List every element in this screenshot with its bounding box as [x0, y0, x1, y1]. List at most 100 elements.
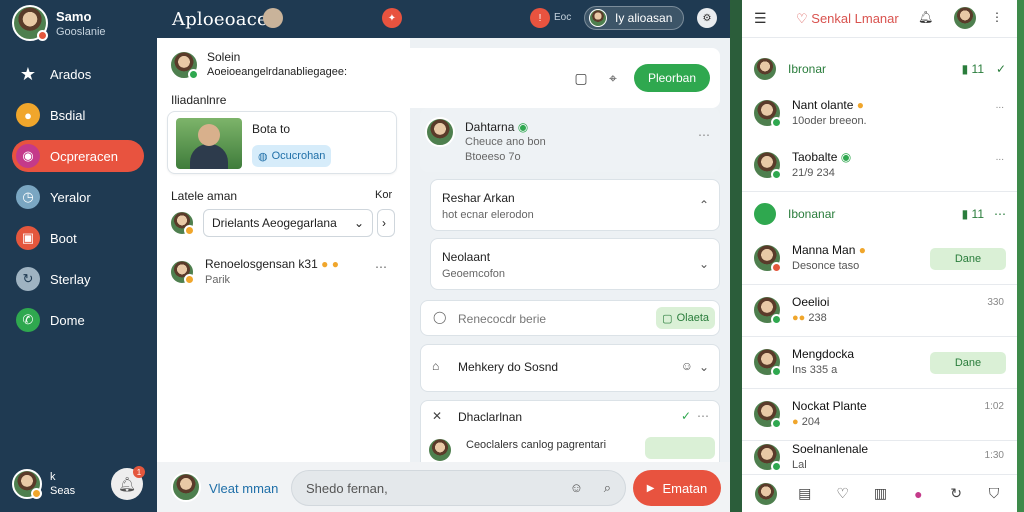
menu-icon[interactable]: ☰ — [754, 10, 767, 27]
group-header[interactable]: Ibronar ▮ 11 ✓ — [752, 55, 1010, 83]
message-card[interactable]: Dahtarna ◉ Cheuce ano bon Btoeeso 7o ⋯ — [420, 108, 720, 172]
contact-status: Ins 335 a — [792, 364, 838, 376]
sidebar-item-3[interactable]: ◷ Yeralor — [12, 181, 144, 213]
square-icon[interactable]: ▢ — [570, 67, 592, 89]
contacts-brand: ♡ Senkal Lmanar — [796, 11, 899, 27]
contact-meta: 1:02 — [984, 401, 1004, 412]
chat-sub: Parik — [205, 274, 231, 286]
composer-user: Vleat mman — [209, 481, 279, 496]
divider — [742, 284, 1017, 285]
chat-row[interactable]: Renoelosgensan k31 ● ● Parik ⋯ — [169, 256, 397, 288]
contact-name: Manna Man ● — [792, 242, 866, 258]
sidebar-nav: ★ Arados ● Bsdial ◉ Ocpreracen ◷ Yeralor… — [12, 58, 144, 345]
play-icon: ▶ — [646, 482, 655, 494]
message-name-text: Dahtarna — [465, 120, 515, 134]
group-header[interactable]: Ibonanar ▮ 11 ⋯ — [752, 200, 1010, 228]
conversation-select[interactable]: Drielants Aeogegarlana ⌄ — [203, 209, 373, 237]
shield-icon[interactable]: ⛉ — [982, 485, 1006, 502]
accordion-neolaant[interactable]: Neolaant Geoemcofon ⌄ — [430, 238, 720, 290]
contact-item[interactable]: Mengdocka Ins 335 a Dane — [752, 339, 1010, 385]
group-count: ▮ 11 — [962, 62, 984, 76]
avatar-icon[interactable] — [263, 8, 283, 28]
more-icon[interactable]: ⋯ — [698, 128, 710, 142]
contact-item[interactable]: Manna Man ● Desonce taso Dane — [752, 235, 1010, 281]
user-name: k — [50, 471, 56, 483]
header-text: Aoeioeangelrdanabliegagee: — [207, 66, 348, 78]
search-action-button[interactable]: ▢ Olaeta — [656, 307, 715, 329]
refresh-icon[interactable]: ↻ — [944, 485, 968, 502]
notification-button[interactable]: 🔔︎ 1 — [111, 466, 145, 500]
contact-item[interactable]: Nant olante ● 10oder breeon. ... — [752, 90, 1010, 136]
accordion-mehkery[interactable]: ⌂ Mehkery do Sosnd ☺ ⌄ — [420, 344, 720, 392]
emoji-icon[interactable]: ☺ — [681, 359, 693, 373]
contact-avatar — [752, 347, 782, 377]
card-thumbnail — [176, 118, 242, 169]
contact-avatar — [752, 442, 782, 472]
coin-icon: ●● — [792, 312, 806, 324]
contact-name-text: Taobalte — [792, 150, 838, 164]
sidebar-item-6[interactable]: ✆ Dome — [12, 304, 144, 336]
contact-name-text: Manna Man — [792, 243, 856, 257]
more-icon[interactable]: ⋯ — [697, 409, 709, 423]
sidebar-item-2[interactable]: ◉ Ocpreracen — [12, 140, 144, 172]
settings-icon[interactable]: ⚙ — [697, 8, 717, 28]
contact-item[interactable]: Oeelioi ●● 238 330 — [752, 287, 1010, 333]
message-avatar — [425, 117, 455, 147]
thread-panel: ▢ ⌖ Pleorban Dahtarna ◉ Cheuce ano bon B… — [410, 38, 730, 462]
more-icon[interactable]: ⋮ — [991, 10, 1003, 24]
thread-tag — [645, 437, 715, 459]
more-icon[interactable]: ⋯ — [375, 260, 387, 274]
panel-header: Solein Aoeioeangelrdanabliegagee: — [169, 50, 394, 80]
card-pill-label: Ocucrohan — [271, 150, 326, 162]
contact-tag[interactable]: Dane — [930, 352, 1006, 374]
check-icon: ◉ — [840, 150, 852, 164]
contact-tag[interactable]: Dane — [930, 248, 1006, 270]
loop-icon: ↻ — [16, 267, 40, 291]
latest-action[interactable]: Kor — [375, 189, 392, 201]
top-bar: Aploeoacer ✦ ! Eoc Iy alioasan ⚙ — [157, 0, 730, 38]
sidebar-item-0[interactable]: ★ Arados — [12, 58, 144, 90]
search-action-label: Olaeta — [676, 312, 709, 324]
pin-icon[interactable]: ⌖ — [602, 67, 624, 89]
primary-button[interactable]: Pleorban — [633, 64, 710, 92]
chevron-down-icon[interactable]: ✓ — [996, 62, 1006, 76]
sidebar-profile[interactable]: Samo Gooslanie — [12, 5, 106, 41]
header-name: Solein — [207, 50, 241, 64]
group-avatar — [752, 56, 778, 82]
attach-icon[interactable]: ⌕ — [604, 480, 611, 496]
sidebar-item-label: Dome — [50, 312, 85, 328]
sidebar-item-5[interactable]: ↻ Sterlay — [12, 263, 144, 295]
alert-icon[interactable]: ! — [530, 8, 550, 28]
bell-icon: 🔔︎ — [118, 475, 136, 492]
sidebar-user[interactable]: k Seas 🔔︎ 1 — [12, 466, 147, 502]
card-pill[interactable]: ◍ Ocucrohan — [252, 145, 332, 167]
sidebar-item-4[interactable]: ▣ Boot — [12, 222, 144, 254]
emoji-icon[interactable]: ☺ — [570, 480, 583, 495]
contact-item[interactable]: Taobalte ◉ 21/9 234 ... — [752, 142, 1010, 188]
list-icon[interactable]: ▥ — [868, 485, 892, 502]
doc-icon: ▮ — [961, 62, 969, 76]
more-icon[interactable]: ⋯ — [994, 207, 1006, 221]
sidebar-item-1[interactable]: ● Bsdial — [12, 99, 144, 131]
tab-avatar[interactable] — [752, 480, 779, 507]
accordion-sub: Geoemcofon — [442, 268, 505, 280]
heart-icon[interactable]: ♡ — [831, 485, 855, 502]
message-input[interactable]: Shedo fernan, ☺ ⌕ — [291, 470, 626, 506]
contact-item[interactable]: Nockat Plante ● 204 1:02 — [752, 391, 1010, 437]
profile-name: Samo — [56, 8, 92, 24]
contact-item[interactable]: Soelnanlenale Lal 1:30 — [752, 440, 1010, 474]
header-avatar[interactable] — [952, 5, 978, 31]
fox-icon[interactable]: ✦ — [382, 8, 402, 28]
accordion-dhaclar[interactable]: ✕ Dhaclarlnan ✓ ⋯ Ceoclalers canlog pagr… — [420, 400, 720, 462]
contact-status: 21/9 234 — [792, 167, 835, 179]
featured-card[interactable]: Bota to ◍ Ocucrohan — [167, 111, 397, 174]
circle-icon[interactable]: ● — [906, 486, 930, 502]
accordion-reshar[interactable]: Reshar Arkan hot ecnar elerodon ⌃ — [430, 179, 720, 231]
doc-icon[interactable]: ▤ — [793, 485, 817, 502]
user-chip[interactable]: Iy alioasan — [584, 6, 684, 30]
bell-icon[interactable]: 🔔︎ — [918, 10, 933, 24]
expand-button[interactable]: › — [377, 209, 395, 237]
send-button[interactable]: ▶ Ematan — [633, 470, 721, 506]
contact-name: Oeelioi — [792, 295, 830, 309]
search-placeholder[interactable]: Renecocdr berie — [458, 312, 546, 326]
